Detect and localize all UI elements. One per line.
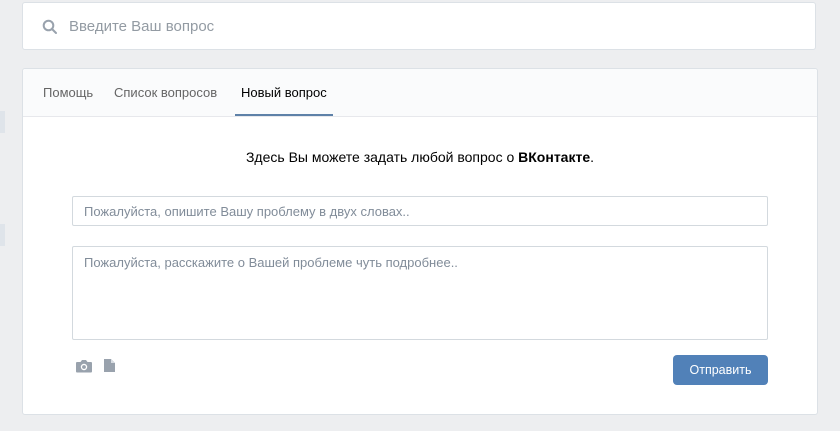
question-title-input[interactable] [72, 196, 768, 226]
intro-brand: ВКонтакте [518, 149, 591, 165]
submit-button[interactable]: Отправить [673, 355, 768, 385]
left-strip-marker [0, 111, 5, 133]
search-icon [42, 19, 57, 34]
question-body-textarea[interactable] [72, 246, 768, 340]
intro-text-after: . [590, 149, 595, 165]
left-strip-marker [0, 224, 5, 246]
tab-questions-list[interactable]: Список вопросов [108, 69, 223, 115]
intro-text: Здесь Вы можете задать любой вопрос о ВК… [23, 149, 817, 165]
search-input[interactable] [69, 3, 769, 49]
camera-icon[interactable] [75, 359, 93, 373]
tabs-bar: Помощь Список вопросов Новый вопрос [23, 69, 817, 117]
search-box[interactable] [22, 2, 816, 50]
tab-new-question[interactable]: Новый вопрос [235, 69, 333, 116]
intro-text-before: Здесь Вы можете задать любой вопрос о [245, 149, 519, 165]
new-question-card: Помощь Список вопросов Новый вопрос Здес… [22, 68, 818, 415]
document-icon[interactable] [103, 358, 116, 373]
tab-help[interactable]: Помощь [37, 69, 99, 115]
